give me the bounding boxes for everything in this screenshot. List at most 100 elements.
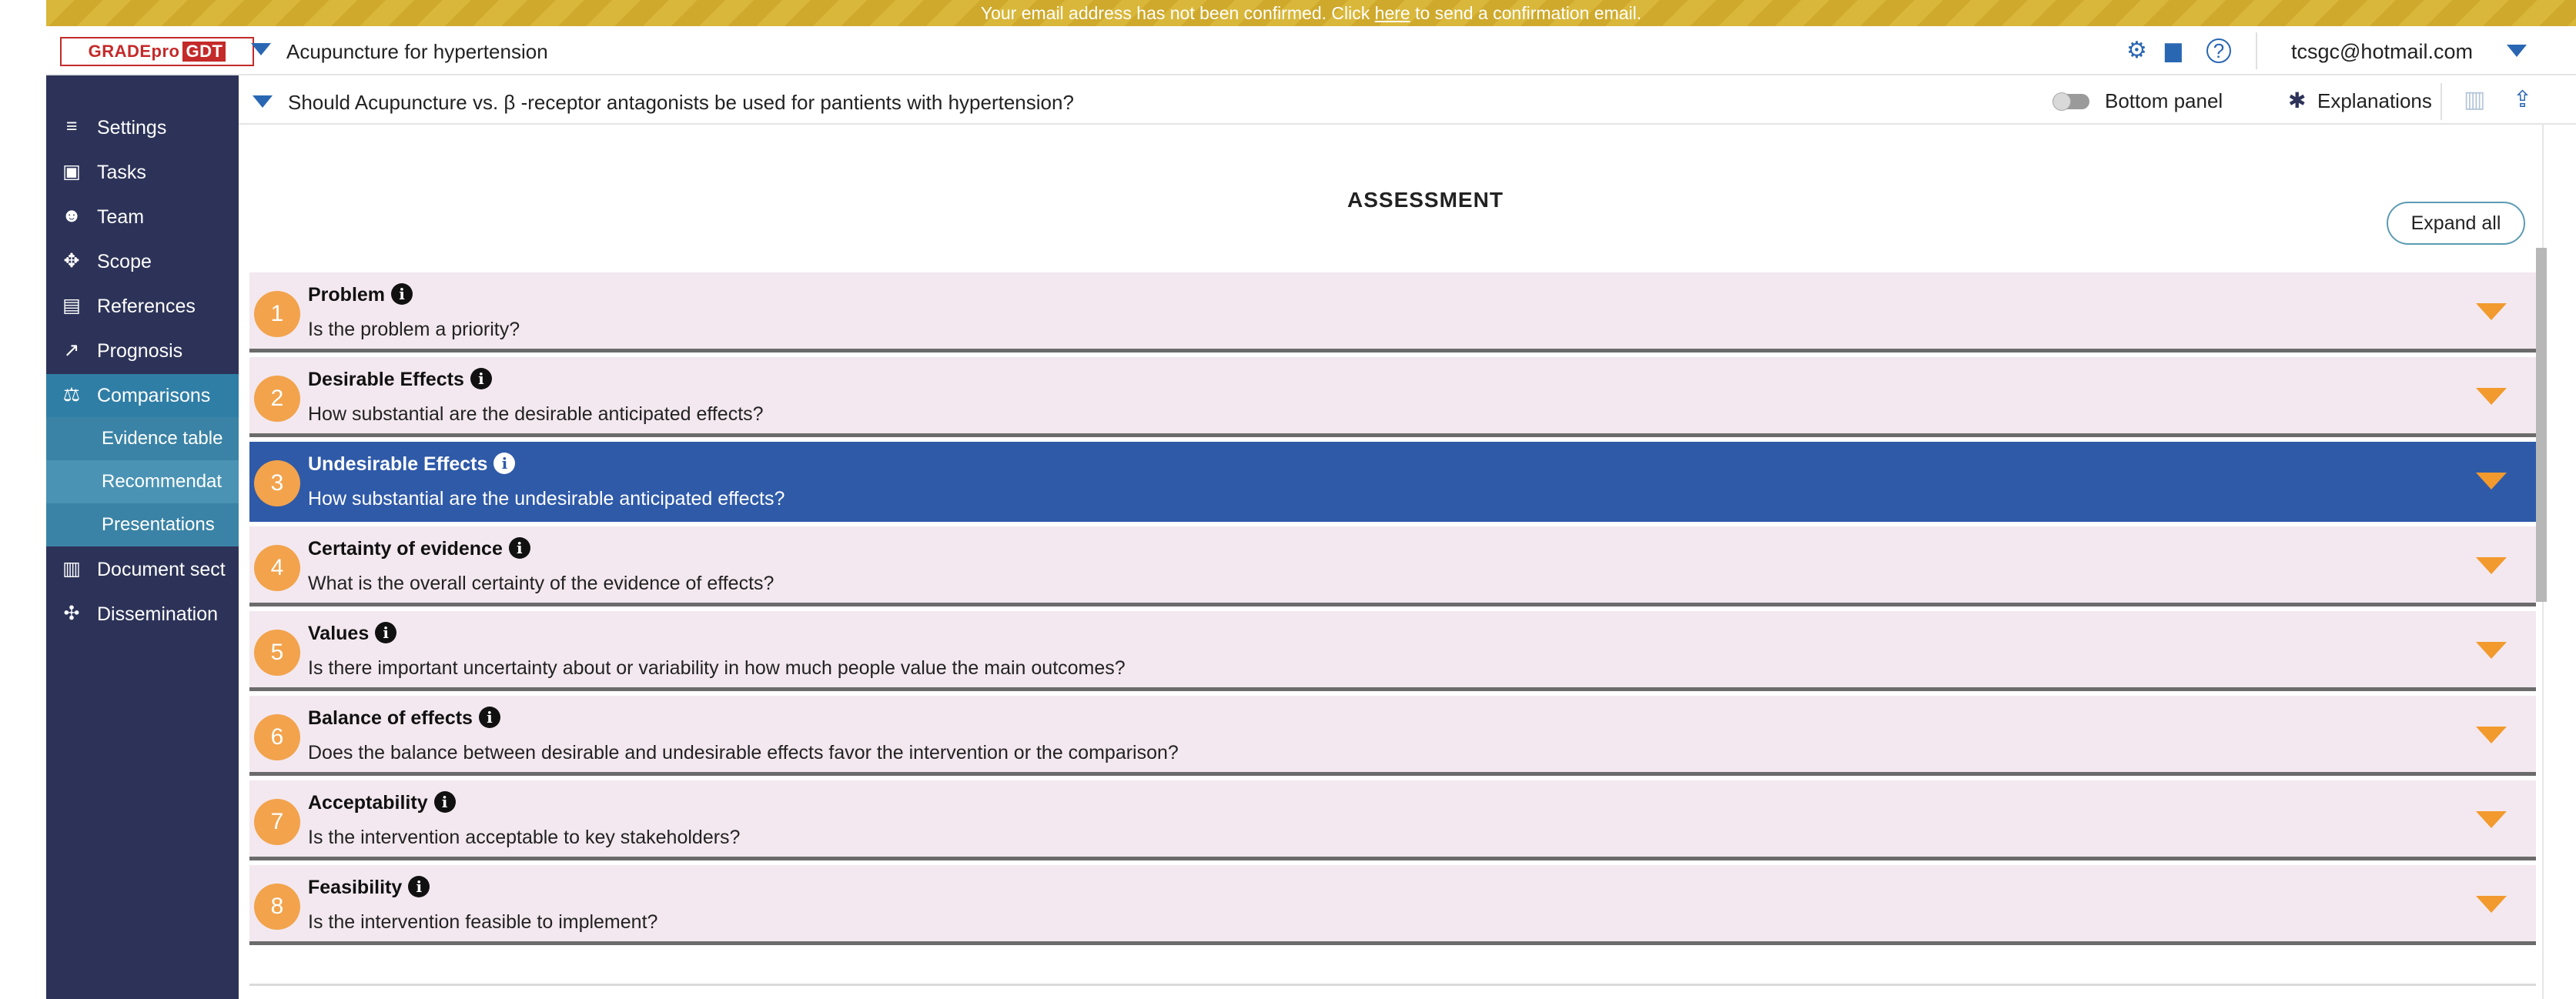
info-icon[interactable]: i bbox=[470, 368, 492, 389]
section-row-certainty-of-evidence[interactable]: 4 Certainty of evidence i What is the ove… bbox=[249, 526, 2536, 606]
sidebar-subitem-presentations[interactable]: Presentations bbox=[46, 503, 239, 546]
sidebar-item-label: Document sect bbox=[97, 559, 226, 580]
question-dropdown-icon[interactable] bbox=[253, 95, 273, 108]
sidebar-item-label: Team bbox=[97, 206, 145, 228]
chevron-down-icon[interactable] bbox=[2476, 727, 2507, 743]
section-number-badge: 1 bbox=[254, 291, 300, 337]
chevron-down-icon[interactable] bbox=[2476, 811, 2507, 828]
logo-suffix-text: GDT bbox=[182, 42, 226, 62]
info-icon[interactable]: i bbox=[493, 453, 516, 474]
vertical-scrollbar[interactable] bbox=[2536, 248, 2547, 602]
section-number-badge: 6 bbox=[254, 714, 300, 760]
info-icon[interactable]: i bbox=[508, 537, 530, 559]
chat-icon[interactable]: ▆ bbox=[2165, 37, 2182, 62]
section-question: Is the intervention feasible to implemen… bbox=[308, 911, 658, 933]
logo-main-text: GRADEpro bbox=[88, 42, 180, 61]
sidebar-item-tasks[interactable]: ▣ Tasks bbox=[46, 151, 239, 194]
section-title-text: Certainty of evidence bbox=[308, 538, 503, 560]
pin-icon[interactable]: ✱ bbox=[2288, 88, 2306, 113]
section-question: Is the intervention acceptable to key st… bbox=[308, 827, 741, 848]
gears-icon[interactable]: ⚙ bbox=[2126, 37, 2147, 64]
sliders-icon: ≡ bbox=[65, 115, 78, 137]
sidebar: ≡ Settings ▣ Tasks ☻ Team ✥ Scope ▤ Refe… bbox=[46, 75, 239, 999]
bottom-divider bbox=[249, 984, 2536, 986]
bottom-panel-label[interactable]: Bottom panel bbox=[2105, 89, 2223, 113]
columns-icon[interactable]: ▥ bbox=[2464, 86, 2485, 113]
section-title: Undesirable Effects i bbox=[308, 453, 516, 476]
chevron-down-icon[interactable] bbox=[2476, 557, 2507, 574]
export-icon[interactable]: ⇪ bbox=[2513, 86, 2532, 113]
dissemination-icon: ✣ bbox=[63, 603, 80, 624]
banner-confirm-link[interactable]: here bbox=[1375, 3, 1410, 23]
section-row-balance-of-effects[interactable]: 6 Balance of effects i Does the balance b… bbox=[249, 696, 2536, 776]
section-title-text: Balance of effects bbox=[308, 707, 473, 729]
section-title-text: Problem bbox=[308, 284, 386, 306]
section-title: Balance of effects i bbox=[308, 707, 500, 730]
banner-text-after: to send a confirmation email. bbox=[1410, 3, 1642, 23]
section-title-text: Undesirable Effects bbox=[308, 453, 488, 475]
assessment-panel: ASSESSMENT Expand all 1 Problem i Is the … bbox=[239, 125, 2576, 999]
chevron-down-icon[interactable] bbox=[2476, 896, 2507, 913]
section-title: Problem i bbox=[308, 283, 413, 306]
section-number-badge: 5 bbox=[254, 630, 300, 676]
sidebar-item-team[interactable]: ☻ Team bbox=[46, 195, 239, 239]
tasks-icon: ▣ bbox=[62, 161, 81, 182]
user-email[interactable]: tcsgc@hotmail.com bbox=[2291, 40, 2473, 64]
team-icon: ☻ bbox=[61, 205, 82, 226]
info-icon[interactable]: i bbox=[433, 791, 456, 813]
sidebar-item-prognosis[interactable]: ↗ Prognosis bbox=[46, 329, 239, 373]
section-title: Feasibility i bbox=[308, 876, 430, 899]
info-icon[interactable]: i bbox=[375, 622, 397, 643]
section-question: What is the overall certainty of the evi… bbox=[308, 573, 774, 594]
explanations-label[interactable]: Explanations bbox=[2317, 89, 2432, 113]
project-dropdown-icon[interactable] bbox=[251, 43, 271, 55]
chevron-down-icon[interactable] bbox=[2476, 642, 2507, 659]
question-title[interactable]: Should Acupuncture vs. β -receptor antag… bbox=[288, 91, 1074, 115]
sidebar-item-label: Comparisons bbox=[97, 385, 211, 406]
section-title: Certainty of evidence i bbox=[308, 537, 530, 560]
user-menu-dropdown-icon[interactable] bbox=[2507, 45, 2527, 57]
prognosis-icon: ↗ bbox=[63, 339, 80, 361]
section-row-desirable-effects[interactable]: 2 Desirable Effects i How substantial are… bbox=[249, 357, 2536, 437]
section-number-badge: 7 bbox=[254, 799, 300, 845]
sidebar-item-document-sections[interactable]: ▥ Document sect bbox=[46, 548, 239, 591]
page-title: ASSESSMENT bbox=[1347, 188, 1504, 212]
bottom-panel-toggle[interactable] bbox=[2052, 92, 2089, 111]
section-row-values[interactable]: 5 Values i Is there important uncertainty… bbox=[249, 611, 2536, 691]
section-question: Does the balance between desirable and u… bbox=[308, 742, 1179, 763]
sidebar-item-dissemination[interactable]: ✣ Dissemination bbox=[46, 593, 239, 636]
section-row-acceptability[interactable]: 7 Acceptability i Is the intervention acc… bbox=[249, 780, 2536, 860]
sidebar-item-settings[interactable]: ≡ Settings bbox=[46, 106, 239, 149]
section-row-feasibility[interactable]: 8 Feasibility i Is the intervention feasi… bbox=[249, 865, 2536, 945]
section-question: Is there important uncertainty about or … bbox=[308, 657, 1126, 679]
section-title-text: Desirable Effects bbox=[308, 369, 464, 390]
chevron-down-icon[interactable] bbox=[2476, 303, 2507, 320]
info-icon[interactable]: i bbox=[478, 707, 500, 728]
app-header: GRADEpro GDT Acupuncture for hypertensio… bbox=[46, 26, 2576, 75]
section-question: How substantial are the undesirable anti… bbox=[308, 488, 785, 510]
sidebar-subitem-recommendations[interactable]: Recommendat bbox=[46, 460, 239, 503]
chevron-down-icon[interactable] bbox=[2476, 388, 2507, 405]
sidebar-item-scope[interactable]: ✥ Scope bbox=[46, 240, 239, 283]
sidebar-subitem-evidence-table[interactable]: Evidence table bbox=[46, 417, 239, 460]
sidebar-subitem-label: Evidence table bbox=[102, 428, 223, 449]
sidebar-item-label: Settings bbox=[97, 117, 167, 139]
sidebar-item-references[interactable]: ▤ References bbox=[46, 285, 239, 328]
project-title[interactable]: Acupuncture for hypertension bbox=[286, 40, 548, 64]
section-question: Is the problem a priority? bbox=[308, 319, 520, 340]
email-confirmation-banner: Your email address has not been confirme… bbox=[46, 0, 2576, 26]
sidebar-item-comparisons[interactable]: ⚖ Comparisons bbox=[46, 374, 239, 417]
scales-icon: ⚖ bbox=[62, 384, 81, 406]
help-icon[interactable]: ? bbox=[2206, 38, 2231, 63]
references-icon: ▤ bbox=[62, 295, 81, 316]
chevron-down-icon[interactable] bbox=[2476, 473, 2507, 489]
question-bar: Should Acupuncture vs. β -receptor antag… bbox=[239, 77, 2576, 125]
expand-all-button[interactable]: Expand all bbox=[2387, 202, 2525, 245]
info-icon[interactable]: i bbox=[408, 876, 430, 897]
section-row-problem[interactable]: 1 Problem i Is the problem a priority? bbox=[249, 272, 2536, 352]
section-row-undesirable-effects[interactable]: 3 Undesirable Effects i How substantial a… bbox=[249, 442, 2536, 522]
info-icon[interactable]: i bbox=[391, 283, 413, 305]
section-number-badge: 3 bbox=[254, 460, 300, 506]
app-logo[interactable]: GRADEpro GDT bbox=[60, 37, 254, 66]
toggle-knob bbox=[2052, 92, 2071, 111]
